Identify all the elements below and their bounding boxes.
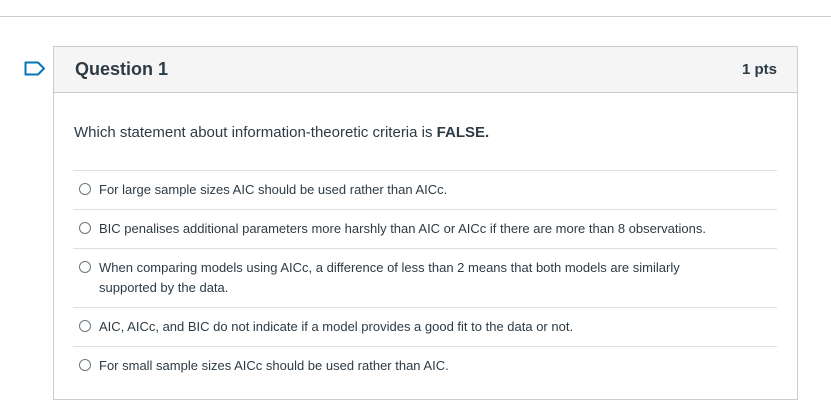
answer-list: For large sample sizes AIC should be use…: [73, 170, 777, 385]
answer-option[interactable]: For large sample sizes AIC should be use…: [73, 170, 777, 209]
question-text-prefix: Which statement about information-theore…: [74, 124, 437, 141]
question-card: Question 1 1 pts Which statement about i…: [53, 46, 798, 400]
radio-button[interactable]: [79, 320, 91, 332]
question-text-emphasis: FALSE.: [436, 124, 490, 141]
radio-button[interactable]: [79, 222, 91, 234]
answer-label: BIC penalises additional parameters more…: [99, 221, 706, 236]
radio-button[interactable]: [79, 359, 91, 371]
answer-option[interactable]: For small sample sizes AICc should be us…: [73, 346, 777, 385]
answer-label: For large sample sizes AIC should be use…: [99, 182, 448, 197]
top-divider: [0, 16, 831, 17]
question-title: Question 1: [75, 59, 169, 79]
radio-button[interactable]: [79, 183, 91, 195]
answer-option[interactable]: BIC penalises additional parameters more…: [73, 209, 777, 248]
answer-label: When comparing models using AICc, a diff…: [99, 260, 680, 295]
question-header: Question 1 1 pts: [54, 47, 797, 93]
answer-label: AIC, AICc, and BIC do not indicate if a …: [99, 319, 574, 334]
radio-button[interactable]: [79, 261, 91, 273]
answer-option[interactable]: AIC, AICc, and BIC do not indicate if a …: [73, 307, 777, 346]
flag-question-icon[interactable]: [24, 61, 46, 76]
answer-option[interactable]: When comparing models using AICc, a diff…: [73, 248, 777, 307]
answer-label: For small sample sizes AICc should be us…: [99, 358, 449, 373]
question-points: 1 pts: [741, 61, 777, 78]
question-text: Which statement about information-theore…: [74, 124, 489, 141]
